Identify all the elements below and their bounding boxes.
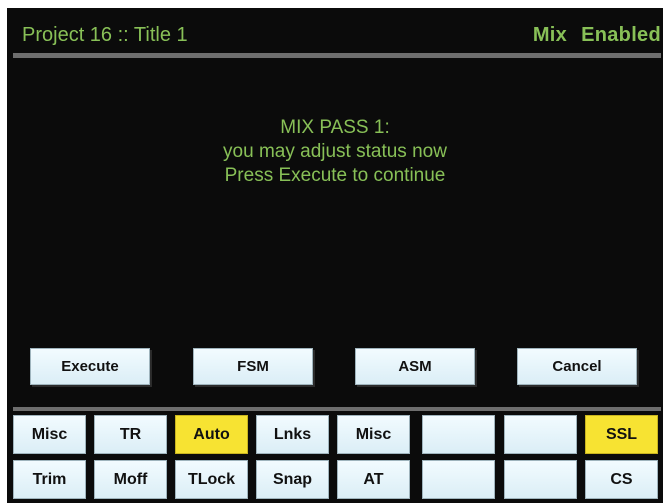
grid-button-cs[interactable]: CS: [585, 460, 658, 499]
grid-button-at[interactable]: AT: [337, 460, 410, 499]
footer-divider: [13, 407, 661, 411]
message-line-3: Press Execute to continue: [224, 165, 446, 186]
execute-button[interactable]: Execute: [30, 348, 150, 385]
grid-button-snap[interactable]: Snap: [256, 460, 329, 499]
asm-button[interactable]: ASM: [355, 348, 475, 385]
grid-button-moff[interactable]: Moff: [94, 460, 167, 499]
grid-button-trim[interactable]: Trim: [13, 460, 86, 499]
mix-state-label: Enabled: [581, 24, 661, 46]
mix-mode-label: Mix: [532, 24, 568, 46]
grid-button-empty-4[interactable]: [504, 460, 577, 499]
grid-button-lnks[interactable]: Lnks: [256, 415, 329, 454]
grid-button-misc[interactable]: Misc: [13, 415, 86, 454]
grid-button-auto[interactable]: Auto: [175, 415, 248, 454]
mix-status: Mix Enabled: [533, 24, 661, 47]
message-line-2: you may adjust status now: [223, 141, 447, 162]
grid-button-tr[interactable]: TR: [94, 415, 167, 454]
grid-button-misc-2[interactable]: Misc: [337, 415, 410, 454]
grid-button-ssl[interactable]: SSL: [585, 415, 658, 454]
header-divider: [13, 53, 661, 58]
grid-button-empty-2[interactable]: [504, 415, 577, 454]
mix-screen: Project 16 :: Title 1 Mix Enabled MIX PAS…: [7, 8, 663, 503]
project-title: Project 16 :: Title 1: [22, 24, 188, 46]
cancel-button[interactable]: Cancel: [517, 348, 637, 385]
grid-button-tlock[interactable]: TLock: [175, 460, 248, 499]
grid-button-empty-3[interactable]: [422, 460, 495, 499]
message-line-1: MIX PASS 1:: [280, 117, 390, 138]
status-message: MIX PASS 1: you may adjust status now Pr…: [7, 116, 663, 188]
fsm-button[interactable]: FSM: [193, 348, 313, 385]
grid-button-empty-1[interactable]: [422, 415, 495, 454]
